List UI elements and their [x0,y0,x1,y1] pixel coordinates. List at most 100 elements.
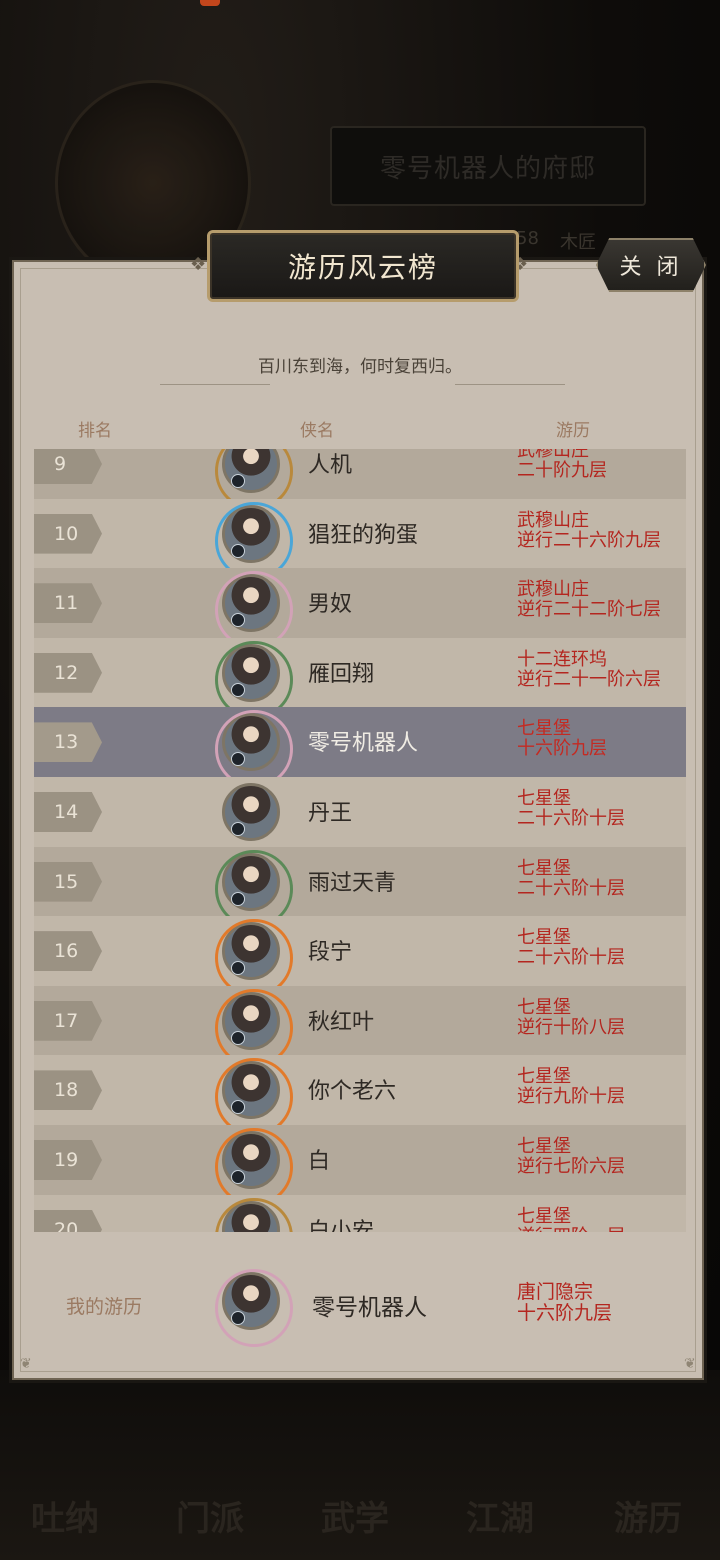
level-badge-icon [231,1311,245,1325]
travel-stage: 逆行二十二阶七层 [517,599,661,621]
travel-stage: 二十六阶十层 [517,807,625,829]
plain-frame-icon[interactable] [222,782,280,841]
my-record-stage: 十六阶九层 [517,1302,613,1324]
status-indicator [200,0,220,6]
residence-banner: 零号机器人的府邸 [330,126,646,206]
player-travel: 七星堡 逆行九阶十层 [517,1067,625,1107]
column-header-travel: 游历 [556,421,590,441]
player-travel: 七星堡逆行四阶一层 [517,1205,625,1232]
table-row[interactable]: 12 雁回翔 十二连环坞 逆行二十一阶六层 [34,637,686,719]
my-record-location: 唐门隐宗 [517,1281,594,1303]
fire-frame-icon[interactable] [215,919,293,998]
player-travel: 武穆山庄 逆行二十六阶九层 [517,510,661,551]
player-name: 人机 [308,453,353,478]
travel-location: 十二连环坞 [517,648,607,670]
table-row[interactable]: 9 人机 武穆山庄 二十阶九层 [34,449,686,510]
flower-frame-icon[interactable] [215,710,293,789]
rank-badge: 18 [34,1070,102,1111]
close-button-label: 关 闭 [619,255,683,280]
table-row[interactable]: 17 秋红叶 七星堡 逆行十阶八层 [34,985,686,1067]
player-name: 雁回翔 [308,661,375,687]
travel-location: 七星堡 [517,927,571,949]
level-badge-icon [231,474,245,488]
player-name: 秋红叶 [308,1009,375,1035]
nav-tab-jianghu[interactable]: 江湖 [450,1491,550,1540]
gold-dragon-frame-icon[interactable] [215,449,293,510]
table-row[interactable]: 10 猖狂的狗蛋 武穆山庄 逆行二十六阶九层 [34,498,686,580]
table-row[interactable]: 14 丹王 七星堡 二十六阶十层 [34,776,686,847]
divider [160,384,270,385]
column-header-name: 侠名 [300,421,334,441]
table-row[interactable]: 20 白小安 七星堡逆行四阶一层 [34,1194,686,1232]
level-badge-icon [231,682,245,697]
rank-badge: 19 [34,1139,102,1180]
player-travel: 七星堡 二十六阶十层 [517,857,625,899]
close-button[interactable]: 关 闭 [596,238,706,292]
fire-water-frame-icon[interactable] [215,1058,293,1137]
travel-location: 七星堡 [517,1066,571,1088]
table-row[interactable]: 19 白 七星堡 逆行七阶六层 [34,1124,686,1206]
travel-location: 七星堡 [517,1135,571,1157]
travel-stage: 逆行二十一阶六层 [517,668,661,690]
cloud-frame-icon[interactable] [215,571,293,650]
travel-stage: 二十六阶十层 [517,877,625,899]
leaderboard-list[interactable]: 9 人机 武穆山庄 二十阶九层 10 猖狂的狗蛋 武穆山庄 逆行二十六阶九层 11 男奴 武穆山庄逆… [34,449,686,1232]
my-record-travel: 唐门隐宗 十六阶九层 [517,1282,612,1324]
level-badge-icon [231,543,245,558]
column-header-rank: 排名 [78,421,112,441]
player-travel: 七星堡 逆行七阶六层 [517,1135,625,1177]
travel-location: 七星堡 [517,857,571,879]
dialog-title: 游历风云榜 [287,251,438,284]
fire-water-frame-icon[interactable] [215,988,293,1067]
player-travel: 七星堡 逆行十阶八层 [517,997,625,1038]
rank-badge: 9 [34,449,102,484]
rank-badge: 16 [34,931,102,972]
rank-badge: 10 [34,513,102,554]
background-chip: 58 [516,228,539,249]
travel-location: 七星堡 [517,1205,571,1227]
table-row-highlighted[interactable]: 13 零号机器人 七星堡 十六阶九层 [34,707,686,789]
nav-tab-tuna[interactable]: 吐纳 [15,1491,115,1540]
level-badge-icon [231,1030,245,1045]
player-name: 白 [308,1148,331,1174]
nav-tab-martial[interactable]: 武学 [305,1491,405,1540]
water-frame-icon[interactable] [215,501,293,580]
background-chip: 木匠 [560,232,596,253]
rank-badge: 13 [34,722,102,763]
leaf-frame-icon[interactable] [215,640,293,719]
travel-location: 武穆山庄 [517,579,589,601]
nav-tab-travel[interactable]: 游历 [598,1491,698,1540]
my-avatar[interactable] [215,1269,293,1347]
rank-badge: 12 [34,652,102,693]
player-name: 雨过天青 [308,870,397,896]
travel-stage: 二十六阶十层 [517,947,625,969]
rank-badge: 20 [34,1209,102,1232]
dialog-title-plate: 游历风云榜 [207,230,519,302]
travel-stage: 逆行十阶八层 [517,1016,625,1038]
nav-tab-sect[interactable]: 门派 [160,1491,260,1540]
travel-stage: 逆行七阶六层 [517,1155,625,1177]
my-record-name: 零号机器人 [312,1295,427,1321]
travel-stage: 二十阶九层 [517,460,607,481]
rank-badge: 17 [34,1000,102,1041]
table-row[interactable]: 18 你个老六 七星堡 逆行九阶十层 [34,1055,686,1137]
travel-stage: 逆行九阶十层 [517,1086,625,1108]
divider [455,384,565,385]
player-name: 男奴 [308,592,353,618]
table-row[interactable]: 16 段宁 七星堡 二十六阶十层 [34,916,686,998]
title-ornament-left-icon: ❖ [190,254,207,275]
my-record-row: 我的游历 零号机器人 唐门隐宗 十六阶九层 [34,1232,686,1372]
corner-ornament-icon: ❦ [20,1356,32,1372]
level-badge-icon [231,1169,245,1184]
fire-water-frame-icon[interactable] [215,1127,293,1206]
travel-stage: 逆行二十六阶九层 [517,529,661,551]
residence-banner-title: 零号机器人的府邸 [379,153,596,184]
player-name: 白小安 [308,1218,375,1232]
gold-dragon-frame-icon[interactable] [215,1197,293,1232]
table-row[interactable]: 15 雨过天青 七星堡 二十六阶十层 [34,846,686,928]
leaf-frame-icon[interactable] [215,849,293,928]
player-name: 你个老六 [308,1079,397,1105]
travel-stage: 十六阶九层 [517,738,607,760]
table-row[interactable]: 11 男奴 武穆山庄 逆行二十二阶七层 [34,568,686,650]
my-record-label: 我的游历 [66,1296,143,1318]
